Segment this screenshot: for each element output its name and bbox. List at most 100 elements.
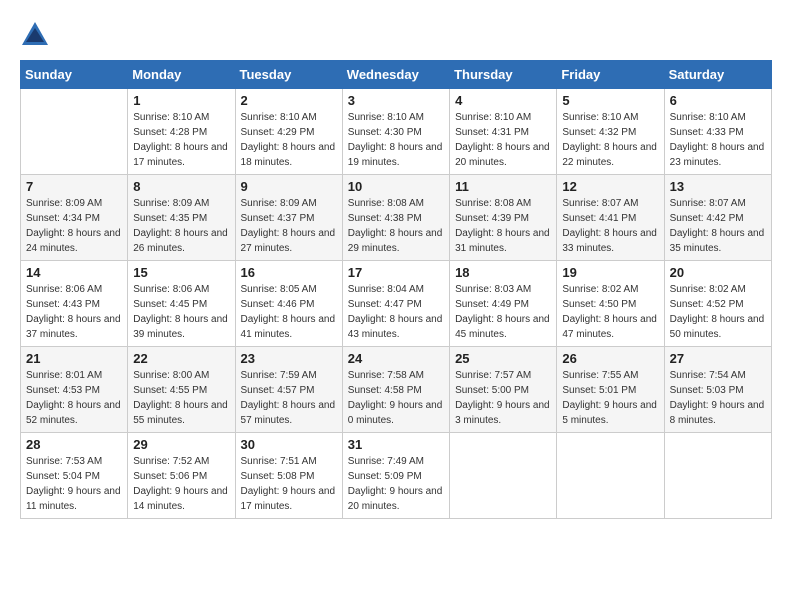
cell-info: Sunrise: 8:02 AMSunset: 4:50 PMDaylight:…: [562, 282, 658, 342]
calendar-cell: 14 Sunrise: 8:06 AMSunset: 4:43 PMDaylig…: [21, 261, 128, 347]
day-number: 9: [241, 179, 337, 194]
calendar-weekday-saturday: Saturday: [664, 61, 771, 89]
calendar-cell: 20 Sunrise: 8:02 AMSunset: 4:52 PMDaylig…: [664, 261, 771, 347]
day-number: 7: [26, 179, 122, 194]
cell-info: Sunrise: 8:09 AMSunset: 4:34 PMDaylight:…: [26, 196, 122, 256]
cell-info: Sunrise: 8:07 AMSunset: 4:42 PMDaylight:…: [670, 196, 766, 256]
day-number: 30: [241, 437, 337, 452]
calendar-cell: 26 Sunrise: 7:55 AMSunset: 5:01 PMDaylig…: [557, 347, 664, 433]
calendar-cell: 15 Sunrise: 8:06 AMSunset: 4:45 PMDaylig…: [128, 261, 235, 347]
cell-info: Sunrise: 8:10 AMSunset: 4:30 PMDaylight:…: [348, 110, 444, 170]
day-number: 27: [670, 351, 766, 366]
calendar-cell: 21 Sunrise: 8:01 AMSunset: 4:53 PMDaylig…: [21, 347, 128, 433]
calendar-cell: 4 Sunrise: 8:10 AMSunset: 4:31 PMDayligh…: [450, 89, 557, 175]
cell-info: Sunrise: 7:58 AMSunset: 4:58 PMDaylight:…: [348, 368, 444, 428]
day-number: 23: [241, 351, 337, 366]
cell-info: Sunrise: 7:51 AMSunset: 5:08 PMDaylight:…: [241, 454, 337, 514]
cell-info: Sunrise: 8:08 AMSunset: 4:38 PMDaylight:…: [348, 196, 444, 256]
calendar-cell: 3 Sunrise: 8:10 AMSunset: 4:30 PMDayligh…: [342, 89, 449, 175]
day-number: 28: [26, 437, 122, 452]
day-number: 25: [455, 351, 551, 366]
calendar-weekday-monday: Monday: [128, 61, 235, 89]
cell-info: Sunrise: 7:52 AMSunset: 5:06 PMDaylight:…: [133, 454, 229, 514]
calendar-cell: 28 Sunrise: 7:53 AMSunset: 5:04 PMDaylig…: [21, 433, 128, 519]
day-number: 1: [133, 93, 229, 108]
day-number: 31: [348, 437, 444, 452]
day-number: 21: [26, 351, 122, 366]
calendar-week-4: 21 Sunrise: 8:01 AMSunset: 4:53 PMDaylig…: [21, 347, 772, 433]
calendar-week-3: 14 Sunrise: 8:06 AMSunset: 4:43 PMDaylig…: [21, 261, 772, 347]
cell-info: Sunrise: 8:10 AMSunset: 4:28 PMDaylight:…: [133, 110, 229, 170]
day-number: 8: [133, 179, 229, 194]
calendar-cell: 6 Sunrise: 8:10 AMSunset: 4:33 PMDayligh…: [664, 89, 771, 175]
calendar-cell: 17 Sunrise: 8:04 AMSunset: 4:47 PMDaylig…: [342, 261, 449, 347]
calendar-cell: [557, 433, 664, 519]
cell-info: Sunrise: 7:49 AMSunset: 5:09 PMDaylight:…: [348, 454, 444, 514]
calendar-cell: 19 Sunrise: 8:02 AMSunset: 4:50 PMDaylig…: [557, 261, 664, 347]
day-number: 10: [348, 179, 444, 194]
calendar-weekday-thursday: Thursday: [450, 61, 557, 89]
calendar-cell: 9 Sunrise: 8:09 AMSunset: 4:37 PMDayligh…: [235, 175, 342, 261]
calendar-cell: 11 Sunrise: 8:08 AMSunset: 4:39 PMDaylig…: [450, 175, 557, 261]
day-number: 29: [133, 437, 229, 452]
cell-info: Sunrise: 8:10 AMSunset: 4:33 PMDaylight:…: [670, 110, 766, 170]
calendar-week-1: 1 Sunrise: 8:10 AMSunset: 4:28 PMDayligh…: [21, 89, 772, 175]
logo-icon: [20, 20, 50, 50]
calendar-cell: 29 Sunrise: 7:52 AMSunset: 5:06 PMDaylig…: [128, 433, 235, 519]
cell-info: Sunrise: 8:02 AMSunset: 4:52 PMDaylight:…: [670, 282, 766, 342]
cell-info: Sunrise: 7:57 AMSunset: 5:00 PMDaylight:…: [455, 368, 551, 428]
day-number: 17: [348, 265, 444, 280]
calendar-cell: 10 Sunrise: 8:08 AMSunset: 4:38 PMDaylig…: [342, 175, 449, 261]
cell-info: Sunrise: 8:05 AMSunset: 4:46 PMDaylight:…: [241, 282, 337, 342]
cell-info: Sunrise: 8:04 AMSunset: 4:47 PMDaylight:…: [348, 282, 444, 342]
calendar-cell: 8 Sunrise: 8:09 AMSunset: 4:35 PMDayligh…: [128, 175, 235, 261]
day-number: 20: [670, 265, 766, 280]
day-number: 22: [133, 351, 229, 366]
calendar-weekday-tuesday: Tuesday: [235, 61, 342, 89]
day-number: 18: [455, 265, 551, 280]
calendar-cell: 13 Sunrise: 8:07 AMSunset: 4:42 PMDaylig…: [664, 175, 771, 261]
day-number: 13: [670, 179, 766, 194]
cell-info: Sunrise: 8:06 AMSunset: 4:43 PMDaylight:…: [26, 282, 122, 342]
calendar-cell: 25 Sunrise: 7:57 AMSunset: 5:00 PMDaylig…: [450, 347, 557, 433]
day-number: 4: [455, 93, 551, 108]
calendar-cell: 23 Sunrise: 7:59 AMSunset: 4:57 PMDaylig…: [235, 347, 342, 433]
calendar-body: 1 Sunrise: 8:10 AMSunset: 4:28 PMDayligh…: [21, 89, 772, 519]
day-number: 2: [241, 93, 337, 108]
cell-info: Sunrise: 7:53 AMSunset: 5:04 PMDaylight:…: [26, 454, 122, 514]
cell-info: Sunrise: 8:09 AMSunset: 4:37 PMDaylight:…: [241, 196, 337, 256]
calendar-week-2: 7 Sunrise: 8:09 AMSunset: 4:34 PMDayligh…: [21, 175, 772, 261]
day-number: 6: [670, 93, 766, 108]
calendar-cell: [664, 433, 771, 519]
cell-info: Sunrise: 8:10 AMSunset: 4:29 PMDaylight:…: [241, 110, 337, 170]
cell-info: Sunrise: 8:08 AMSunset: 4:39 PMDaylight:…: [455, 196, 551, 256]
day-number: 16: [241, 265, 337, 280]
day-number: 11: [455, 179, 551, 194]
calendar-table: SundayMondayTuesdayWednesdayThursdayFrid…: [20, 60, 772, 519]
cell-info: Sunrise: 7:59 AMSunset: 4:57 PMDaylight:…: [241, 368, 337, 428]
calendar-week-5: 28 Sunrise: 7:53 AMSunset: 5:04 PMDaylig…: [21, 433, 772, 519]
cell-info: Sunrise: 8:06 AMSunset: 4:45 PMDaylight:…: [133, 282, 229, 342]
calendar-cell: [450, 433, 557, 519]
cell-info: Sunrise: 7:55 AMSunset: 5:01 PMDaylight:…: [562, 368, 658, 428]
calendar-weekday-sunday: Sunday: [21, 61, 128, 89]
day-number: 5: [562, 93, 658, 108]
calendar-cell: 7 Sunrise: 8:09 AMSunset: 4:34 PMDayligh…: [21, 175, 128, 261]
day-number: 24: [348, 351, 444, 366]
day-number: 3: [348, 93, 444, 108]
cell-info: Sunrise: 8:07 AMSunset: 4:41 PMDaylight:…: [562, 196, 658, 256]
day-number: 15: [133, 265, 229, 280]
cell-info: Sunrise: 8:01 AMSunset: 4:53 PMDaylight:…: [26, 368, 122, 428]
cell-info: Sunrise: 8:09 AMSunset: 4:35 PMDaylight:…: [133, 196, 229, 256]
cell-info: Sunrise: 8:10 AMSunset: 4:32 PMDaylight:…: [562, 110, 658, 170]
day-number: 26: [562, 351, 658, 366]
day-number: 19: [562, 265, 658, 280]
calendar-cell: 30 Sunrise: 7:51 AMSunset: 5:08 PMDaylig…: [235, 433, 342, 519]
calendar-weekday-wednesday: Wednesday: [342, 61, 449, 89]
calendar-cell: 18 Sunrise: 8:03 AMSunset: 4:49 PMDaylig…: [450, 261, 557, 347]
calendar-weekday-friday: Friday: [557, 61, 664, 89]
logo: [20, 20, 54, 50]
calendar-cell: [21, 89, 128, 175]
calendar-cell: 1 Sunrise: 8:10 AMSunset: 4:28 PMDayligh…: [128, 89, 235, 175]
calendar-header-row: SundayMondayTuesdayWednesdayThursdayFrid…: [21, 61, 772, 89]
